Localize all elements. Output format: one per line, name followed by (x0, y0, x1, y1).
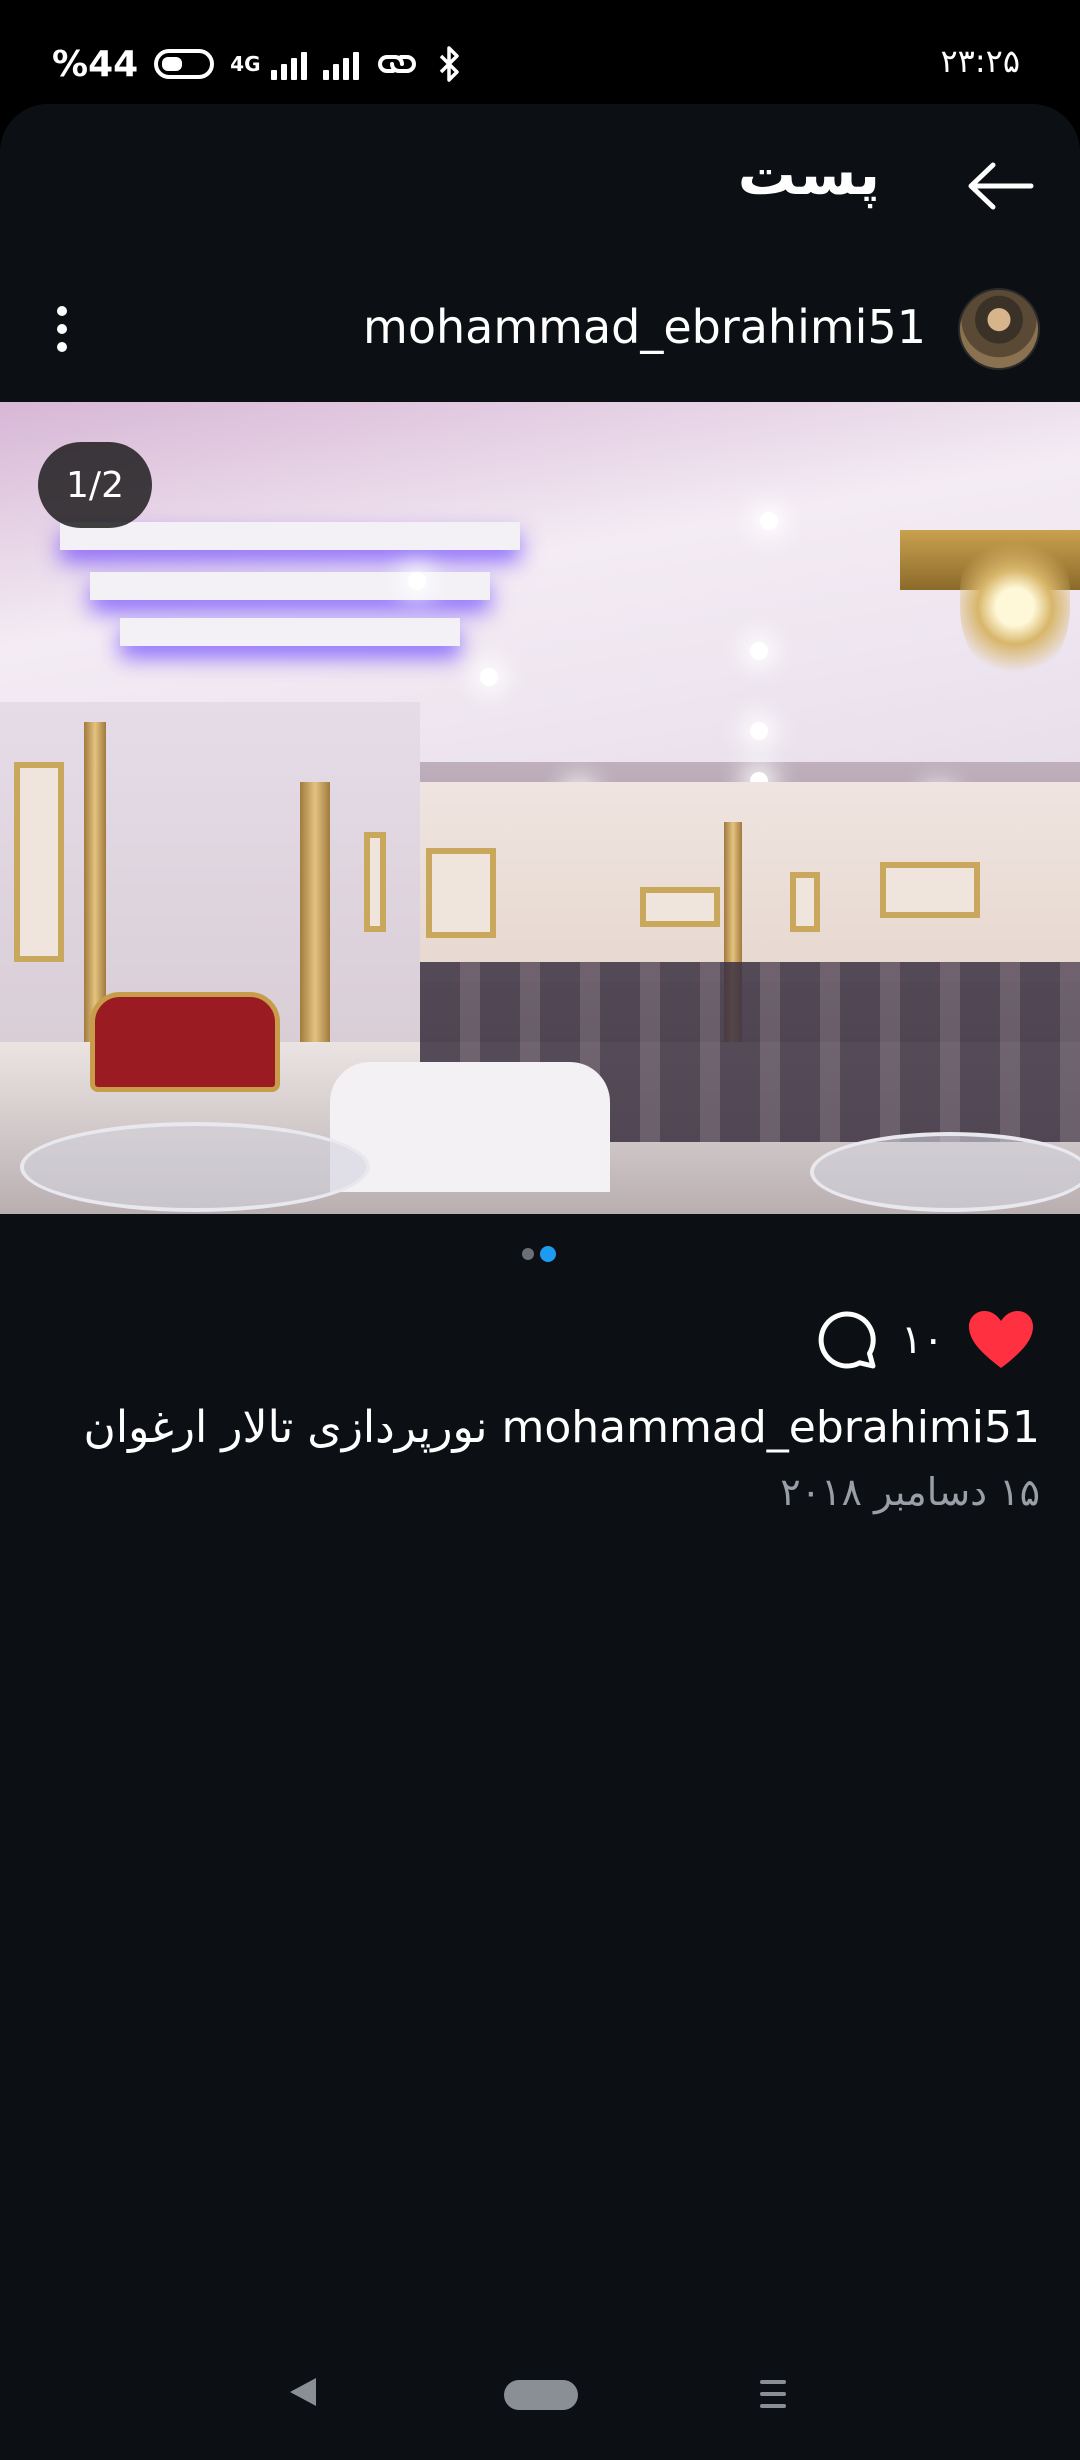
like-count[interactable]: ۱۰ (901, 1317, 944, 1363)
comment-bubble-icon[interactable] (815, 1308, 879, 1372)
arrow-left-icon (968, 162, 1034, 210)
caption-username[interactable]: mohammad_ebrahimi51 (502, 1402, 1040, 1453)
battery-icon (154, 49, 215, 79)
avatar[interactable] (958, 288, 1040, 370)
top-app-bar: پست (0, 104, 1080, 254)
status-icons: %44 4G (52, 40, 465, 88)
carousel-dot-active (540, 1246, 556, 1262)
post-username[interactable]: mohammad_ebrahimi51 (363, 300, 926, 354)
link-icon (377, 55, 416, 73)
image-counter: 1/2 (38, 442, 152, 528)
nav-back-icon[interactable] (290, 2378, 316, 2406)
status-bar: %44 4G ۲۳:۲۵ (0, 0, 1080, 104)
battery-percentage: %44 (52, 43, 139, 85)
more-options-button[interactable] (42, 294, 82, 364)
page-title: پست (737, 140, 880, 208)
network-type: 4G (230, 52, 261, 76)
post-header: mohammad_ebrahimi51 (0, 274, 1080, 394)
caption-text: نورپردازی تالار ارغوان (83, 1402, 488, 1453)
system-navigation-bar (0, 2340, 1080, 2460)
post-actions: ۱۰ (815, 1300, 1036, 1380)
more-vertical-icon (57, 306, 67, 316)
post-screen: پست mohammad_ebrahimi51 1/2 ۱۰ mohammad_… (0, 104, 1080, 2460)
bluetooth-icon (439, 46, 459, 82)
nav-home-icon[interactable] (504, 2380, 578, 2410)
post-date: ۱۵ دسامبر ۲۰۱۸ (780, 1470, 1040, 1514)
heart-icon[interactable] (966, 1308, 1036, 1372)
carousel-dot (522, 1248, 534, 1260)
post-image[interactable]: 1/2 (0, 402, 1080, 1214)
signal-icon (270, 48, 307, 80)
clock: ۲۳:۲۵ (940, 42, 1020, 80)
nav-recents-icon[interactable] (760, 2380, 786, 2408)
signal-icon-2 (322, 48, 359, 80)
post-caption: mohammad_ebrahimi51 نورپردازی تالار ارغو… (40, 1402, 1040, 1453)
carousel-indicator (522, 1246, 556, 1262)
back-button[interactable] (960, 150, 1040, 222)
